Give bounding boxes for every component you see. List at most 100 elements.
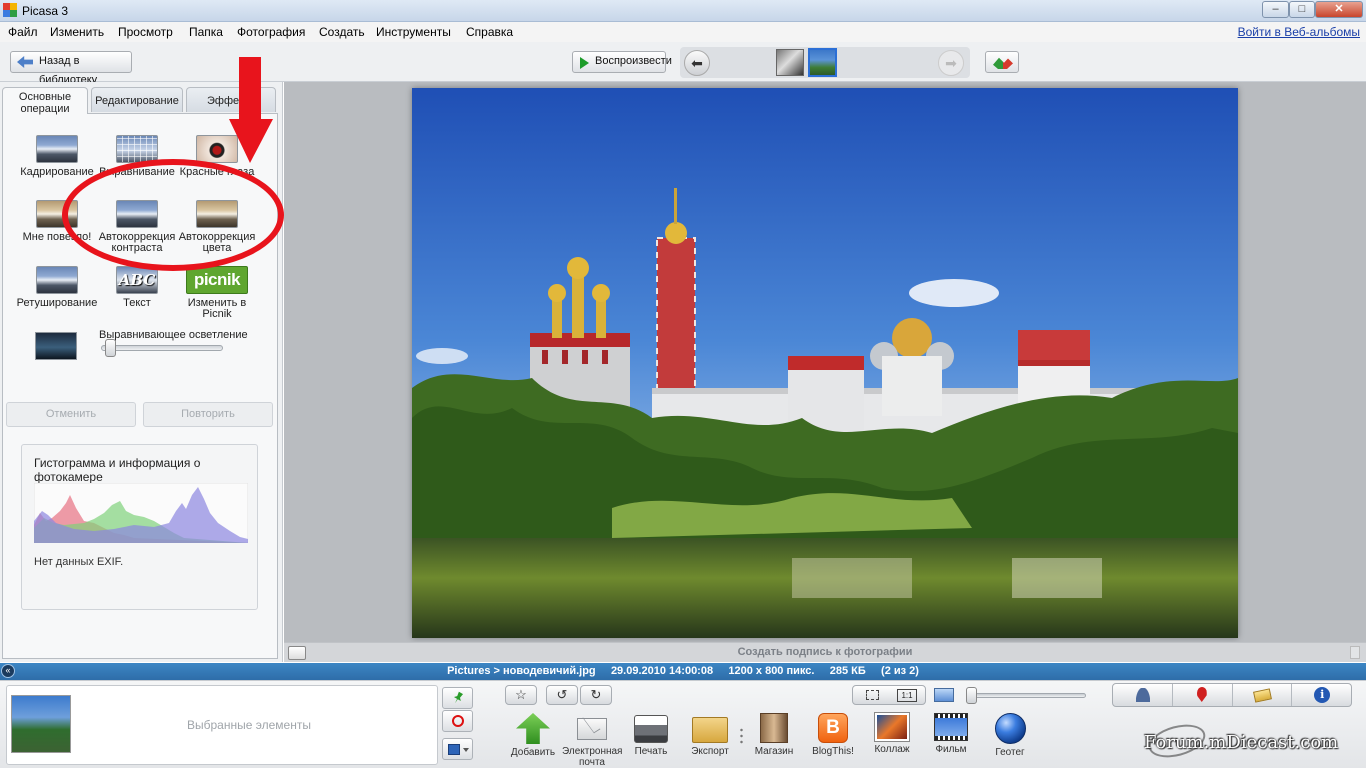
text-icon: ABC [116,266,158,294]
back-to-library-button[interactable]: Назад в библиотеку [10,51,132,86]
upload-to-web-albums-button[interactable] [985,51,1019,73]
star-button[interactable]: ☆ [505,685,537,705]
rotate-right-icon: ↻ [590,687,602,702]
filmstrip: ⬅ ➡ [680,47,970,78]
email-button[interactable]: Электронная почта [562,713,622,768]
fill-light-slider[interactable] [101,345,223,351]
tab-tuning[interactable]: Редактирование [91,87,183,112]
fit-to-window-icon[interactable] [866,690,879,700]
filmstrip-thumbnail[interactable] [776,49,804,76]
menu-bar: Файл Изменить Просмотр Папка Фотография … [0,22,1366,42]
menu-folder[interactable]: Папка [189,25,223,39]
shop-icon [760,713,788,743]
title-bar: Picasa 3 – □ ✕ [0,0,1366,22]
menu-picture[interactable]: Фотография [237,25,305,39]
histogram-graph [34,483,248,543]
blogger-icon: B [818,713,848,743]
caption-input[interactable]: Создать подпись к фотографии [284,646,1366,658]
hold-selection-button[interactable] [442,687,473,709]
web-albums-signin-link[interactable]: Войти в Веб-альбомы [1238,25,1360,39]
maximize-button[interactable]: □ [1289,1,1315,18]
main-photo [412,88,1238,638]
movie-button[interactable]: Фильм [921,713,981,755]
zoom-slider[interactable] [972,693,1086,698]
crop-tool[interactable]: Кадрирование [13,135,101,178]
redo-button[interactable]: Повторить [143,402,273,427]
menu-create[interactable]: Создать [319,25,365,39]
geotag-button[interactable]: Геотег [980,713,1040,758]
upload-label: Добавить [510,747,556,758]
view-mode-group: 1:1 [852,685,926,705]
photo-viewer [284,82,1366,642]
play-label: Воспроизвести [595,55,672,67]
blogthis-label: BlogThis! [812,746,854,757]
toolbar: Назад в библиотеку Воспроизвести ⬅ ➡ [0,42,1366,86]
clear-selection-button[interactable] [442,710,473,732]
movie-label: Фильм [935,744,967,755]
arrow-left-icon [17,56,33,68]
retouch-tool[interactable]: Ретуширование [13,266,101,309]
picasa-window: Picasa 3 – □ ✕ Файл Изменить Просмотр Па… [0,0,1366,768]
crop-icon [36,135,78,163]
trash-icon[interactable] [1350,646,1360,659]
shop-button[interactable]: Магазин [744,713,804,757]
status-dimensions: 1200 x 800 пикс. [728,665,815,677]
minimize-button[interactable]: – [1262,1,1289,18]
email-label: Электронная почта [562,746,623,768]
print-button[interactable]: Печать [621,713,681,757]
upload-arrow-icon [516,713,550,744]
picnik-logo-icon: picnik [186,266,248,294]
places-tab[interactable] [1173,684,1233,706]
people-tab[interactable] [1113,684,1173,706]
person-icon [1136,688,1150,702]
play-slideshow-button[interactable]: Воспроизвести [572,51,672,73]
blogthis-button[interactable]: B BlogThis! [803,713,863,757]
add-to-album-button[interactable] [442,738,473,760]
film-icon [934,713,968,741]
export-button[interactable]: Экспорт [680,713,740,757]
zoom-icon [934,688,954,702]
play-icon [580,57,589,69]
menu-edit[interactable]: Изменить [50,25,104,39]
previous-photo-button[interactable]: ⬅ [684,50,710,76]
next-photo-button[interactable]: ➡ [938,50,964,76]
menu-help[interactable]: Справка [466,25,513,39]
crop-label: Кадрирование [20,166,94,178]
map-pin-icon [1196,687,1207,702]
tray-thumbnail[interactable] [11,695,71,753]
exif-info-text: Нет данных EXIF. [34,556,124,568]
caption-bar: Создать подпись к фотографии [284,642,1366,662]
undo-button[interactable]: Отменить [6,402,136,427]
rotate-right-button[interactable]: ↻ [580,685,612,705]
retouch-label: Ретуширование [16,297,98,309]
upload-button[interactable]: Добавить [503,713,563,758]
export-label: Экспорт [691,746,729,757]
filmstrip-thumbnail-selected[interactable] [808,48,837,77]
zoom-slider-handle[interactable] [966,687,977,704]
window-title: Picasa 3 [22,4,69,18]
tab-basic-fixes[interactable]: Основные операции [2,87,88,115]
annotation-circle [62,159,284,271]
rotate-left-button[interactable]: ↺ [546,685,578,705]
info-tab[interactable]: i [1292,684,1351,706]
status-position: (2 из 2) [881,665,919,677]
edit-in-picnik-tool[interactable]: picnik Изменить в Picnik [173,266,261,320]
menu-view[interactable]: Просмотр [118,25,173,39]
menu-tools[interactable]: Инструменты [376,25,451,39]
album-icon [448,744,460,755]
collage-icon [874,712,910,742]
menu-file[interactable]: Файл [8,25,38,39]
text-tool[interactable]: ABC Текст [93,266,181,309]
star-icon: ☆ [515,687,527,702]
envelope-icon [577,718,607,740]
close-button[interactable]: ✕ [1315,1,1363,18]
picasa-logo-icon [3,3,17,17]
status-info: Pictures > новодевичий.jpg 29.09.2010 14… [0,665,1366,677]
actual-size-button[interactable]: 1:1 [897,689,917,702]
tags-tab[interactable] [1233,684,1293,706]
collage-button[interactable]: Коллаж [862,712,922,755]
annotation-arrow-icon [229,57,273,163]
separator [740,727,743,745]
fill-light-slider-handle[interactable] [105,339,116,357]
web-albums-icon [993,57,1013,69]
